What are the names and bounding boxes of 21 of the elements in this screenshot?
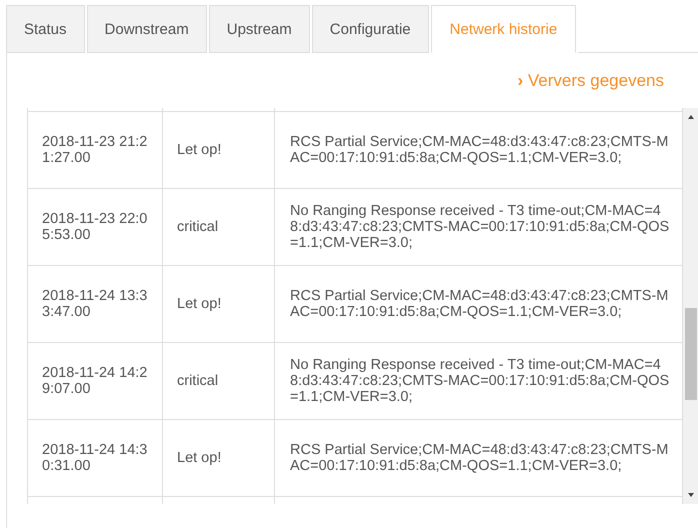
tab[interactable]: Downstream	[86, 5, 207, 53]
table-cell-text: RCS Partial Service;CM-MAC=48:d3:43:47:c8:23;CMTS-MAC=00:17:10:91:d5:8a;CM-QOS=1.1;CM-VER=3.0;	[290, 288, 670, 320]
table-cell: critical	[177, 219, 218, 235]
table-cell: 2018-11-24 13:33:47.00	[42, 288, 148, 320]
tab[interactable]: Upstream	[208, 5, 310, 53]
table-cell-text: No Ranging Response received - T3 time-out;CM-MAC=48:d3:43:47:c8:23;CMTS-MAC=00:17:10:91:d5:8a;CM-QOS=1.1;CM-VER=3.0;	[290, 203, 670, 251]
table-cell-text: RCS Partial Service;CM-MAC=48:d3:43:47:c8:23;CMTS-MAC=00:17:10:91:d5:8a;CM-QOS=1.1;CM-VER=3.0;	[290, 134, 670, 166]
table-cell: 2018-11-24 14:29:07.00	[42, 365, 148, 397]
table-cell: 2018-11-24 14:30:31.00	[42, 442, 148, 474]
table-cell: critical	[177, 373, 218, 389]
tab[interactable]: Configuratie	[312, 5, 429, 53]
scrollbar-thumb[interactable]	[684, 308, 697, 400]
table-cell: Let op!	[177, 296, 222, 312]
tab[interactable]: Status	[6, 5, 85, 53]
table-cell-text: No Ranging Response received - T3 time-out;CM-MAC=48:d3:43:47:c8:23;CMTS-MAC=00:17:10:91:d5:8a;CM-QOS=1.1;CM-VER=3.0;	[290, 357, 670, 405]
table-cell: 2018-11-23 21:21:27.00	[42, 134, 148, 166]
table-cell-text: RCS Partial Service;CM-MAC=48:d3:43:47:c8:23;CMTS-MAC=00:17:10:91:d5:8a;CM-QOS=1.1;CM-VER=3.0;	[290, 442, 670, 474]
table-cell: Let op!	[177, 450, 222, 466]
table-cell: Let op!	[177, 142, 222, 158]
table-cell: 2018-11-23 22:05:53.00	[42, 211, 148, 243]
scrollbar[interactable]	[683, 108, 698, 504]
